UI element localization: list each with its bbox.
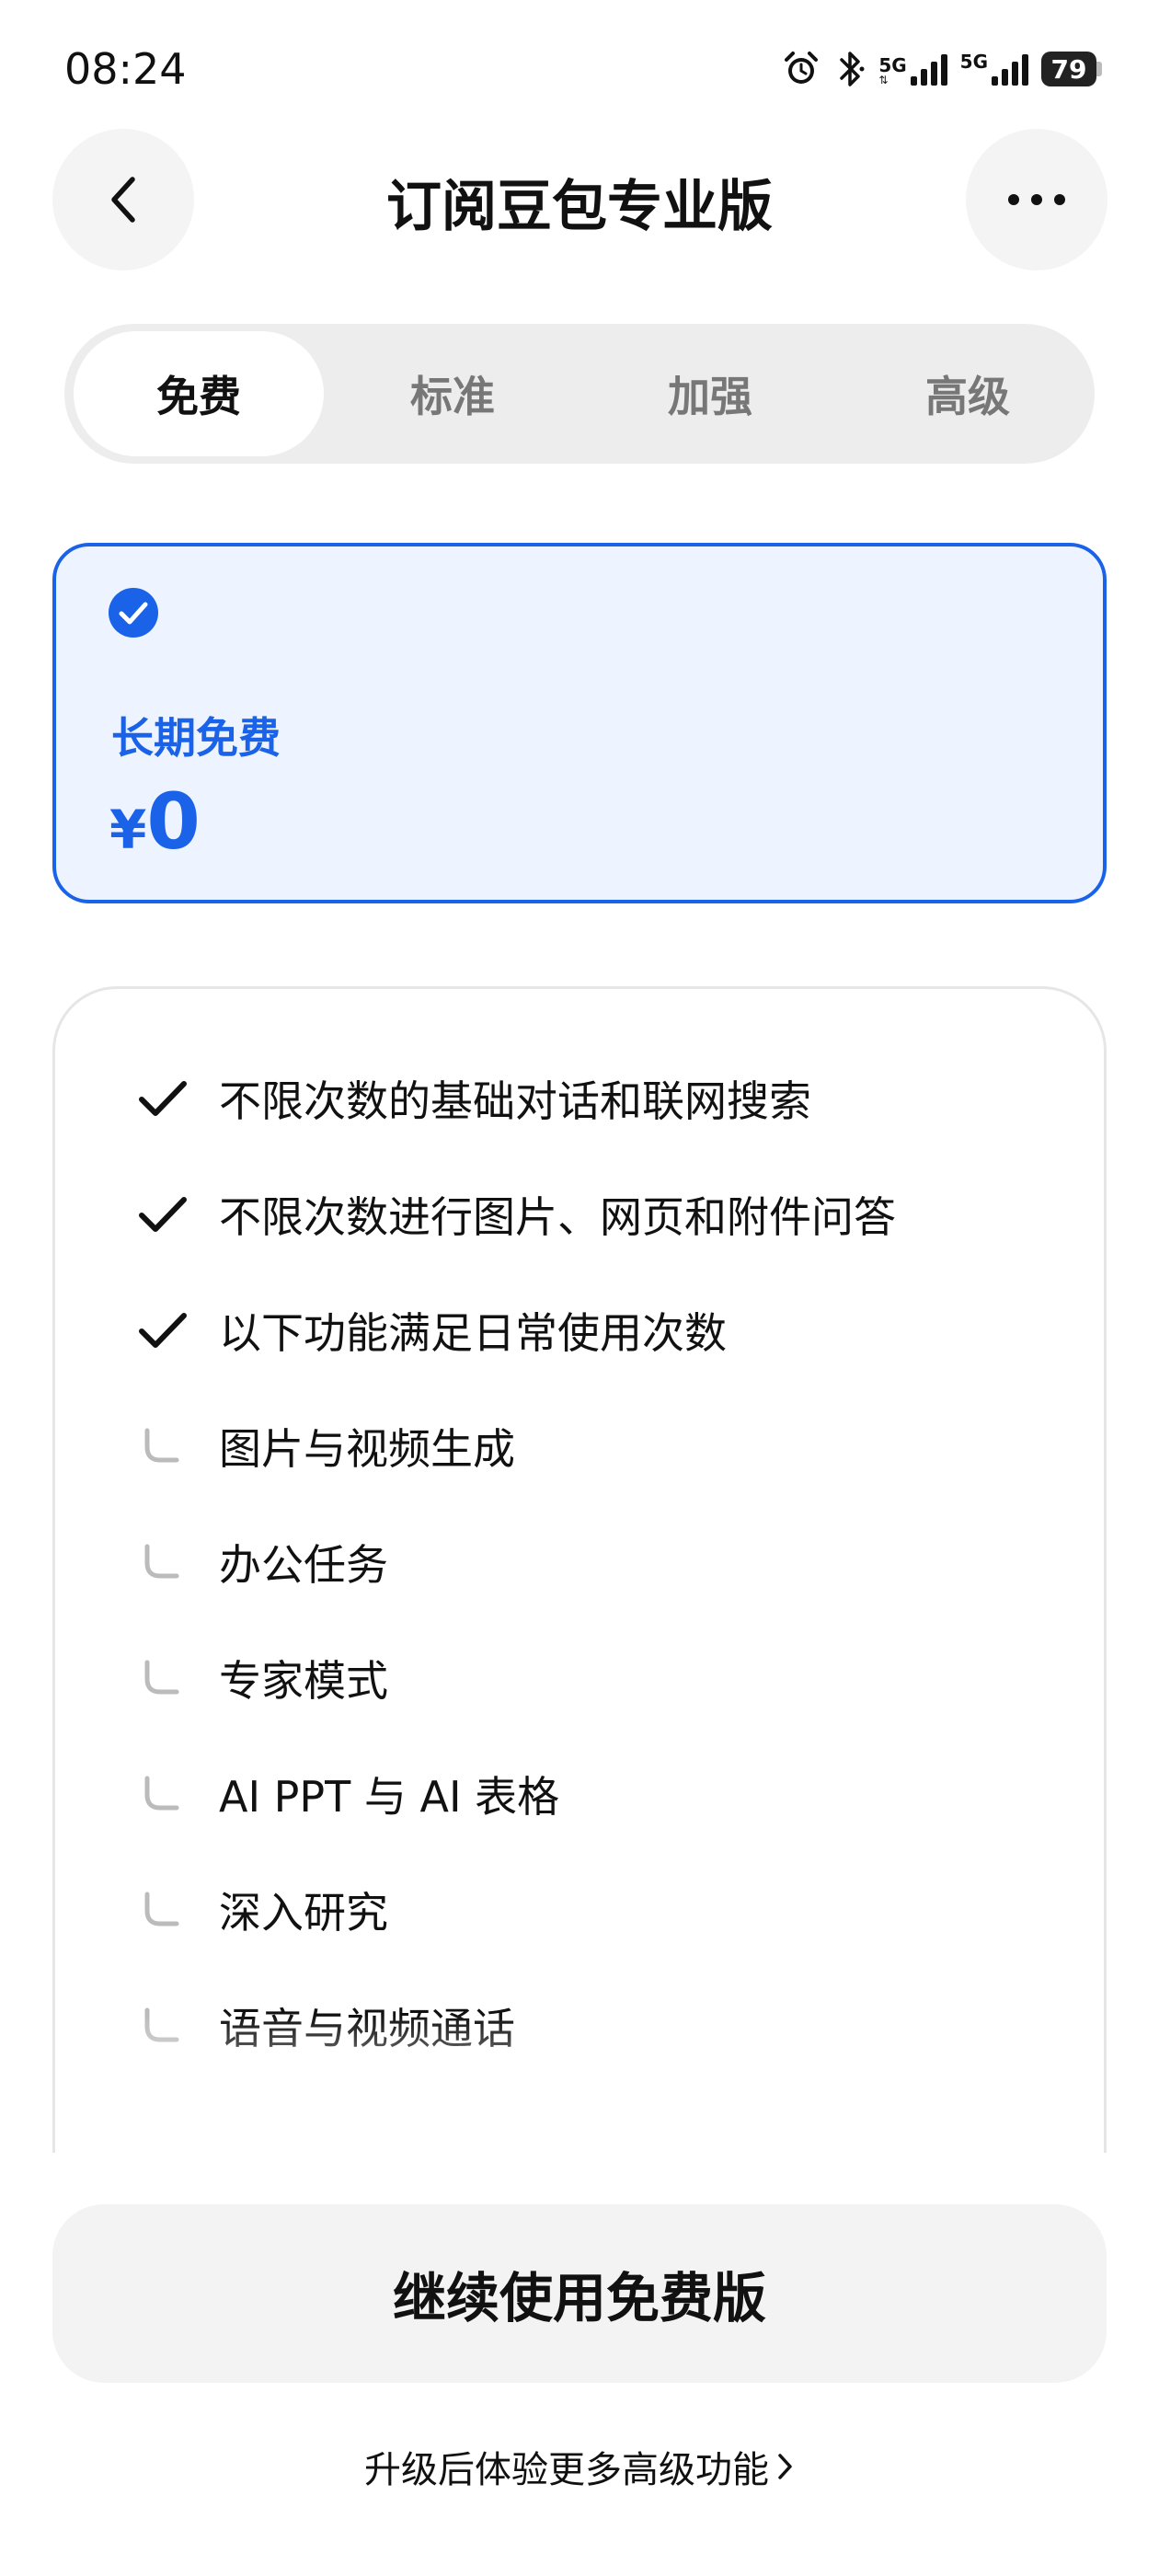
tab-plus[interactable]: 加强 bbox=[585, 331, 835, 456]
sub-item-corner-icon bbox=[144, 1428, 179, 1463]
plan-tabs: 免费 标准 加强 高级 bbox=[64, 324, 1095, 464]
bluetooth-icon bbox=[840, 52, 865, 86]
status-bar: 08:24 5G ⇅ 5G 79 bbox=[0, 0, 1159, 138]
tab-standard[interactable]: 标准 bbox=[327, 331, 578, 456]
signal-1: 5G ⇅ bbox=[878, 52, 947, 86]
feature-item: AI PPT 与 AI 表格 bbox=[55, 1736, 1104, 1852]
network-label-2: 5G bbox=[959, 51, 988, 73]
tab-free[interactable]: 免费 bbox=[74, 331, 324, 456]
sub-item-corner-icon bbox=[144, 1660, 179, 1695]
upgrade-link-label: 升级后体验更多高级功能 bbox=[364, 2449, 769, 2491]
chevron-right-icon bbox=[778, 2454, 792, 2479]
feature-item: 办公任务 bbox=[55, 1504, 1104, 1620]
checkmark-icon bbox=[139, 1197, 187, 1232]
feature-text: 以下功能满足日常使用次数 bbox=[219, 1308, 727, 1358]
scroll-fade bbox=[55, 2015, 1104, 2153]
plan-price: ¥ 0 bbox=[109, 776, 201, 867]
feature-item: 以下功能满足日常使用次数 bbox=[55, 1272, 1104, 1388]
more-button[interactable] bbox=[966, 129, 1107, 270]
feature-item: 专家模式 bbox=[55, 1620, 1104, 1736]
status-time: 08:24 bbox=[64, 44, 187, 94]
price-value: 0 bbox=[146, 776, 201, 867]
plan-name: 长期免费 bbox=[111, 713, 281, 763]
plan-card-free[interactable]: 长期免费 ¥ 0 bbox=[52, 543, 1107, 903]
sub-item-corner-icon bbox=[144, 1776, 179, 1811]
features-card: 不限次数的基础对话和联网搜索 不限次数进行图片、网页和附件问答 以下功能满足日常… bbox=[52, 986, 1107, 2153]
feature-item: 图片与视频生成 bbox=[55, 1388, 1104, 1504]
signal-2: 5G bbox=[960, 52, 1028, 86]
feature-text: 图片与视频生成 bbox=[219, 1424, 515, 1474]
feature-text: 不限次数进行图片、网页和附件问答 bbox=[219, 1192, 896, 1242]
feature-item: 深入研究 bbox=[55, 1852, 1104, 1968]
price-currency: ¥ bbox=[109, 799, 147, 861]
more-dots-icon bbox=[1008, 194, 1065, 205]
feature-item: 不限次数的基础对话和联网搜索 bbox=[55, 1041, 1104, 1156]
sub-item-corner-icon bbox=[144, 1544, 179, 1579]
checkmark-icon bbox=[139, 1313, 187, 1348]
feature-text: 办公任务 bbox=[219, 1540, 388, 1590]
alarm-icon bbox=[785, 52, 819, 84]
upgrade-link[interactable]: 升级后体验更多高级功能 bbox=[0, 2440, 1159, 2493]
feature-text: 深入研究 bbox=[219, 1888, 388, 1938]
sub-item-corner-icon bbox=[144, 1892, 179, 1926]
feature-text: 专家模式 bbox=[219, 1656, 388, 1706]
feature-item: 不限次数进行图片、网页和附件问答 bbox=[55, 1156, 1104, 1272]
feature-text: 不限次数的基础对话和联网搜索 bbox=[219, 1076, 811, 1126]
signal-bars-2-icon bbox=[992, 52, 1028, 86]
battery-level: 79 bbox=[1041, 52, 1096, 86]
network-label-1: 5G bbox=[878, 54, 907, 76]
feature-list: 不限次数的基础对话和联网搜索 不限次数进行图片、网页和附件问答 以下功能满足日常… bbox=[55, 1041, 1104, 2084]
feature-text: AI PPT 与 AI 表格 bbox=[219, 1772, 560, 1822]
signal-bars-1-icon bbox=[910, 52, 947, 86]
tab-premium[interactable]: 高级 bbox=[843, 331, 1093, 456]
continue-free-button[interactable]: 继续使用免费版 bbox=[52, 2204, 1107, 2383]
status-icons: 5G ⇅ 5G 79 bbox=[781, 48, 1102, 90]
battery-icon: 79 bbox=[1041, 52, 1102, 86]
checkmark-icon bbox=[139, 1081, 187, 1116]
selected-check-icon bbox=[109, 588, 158, 638]
